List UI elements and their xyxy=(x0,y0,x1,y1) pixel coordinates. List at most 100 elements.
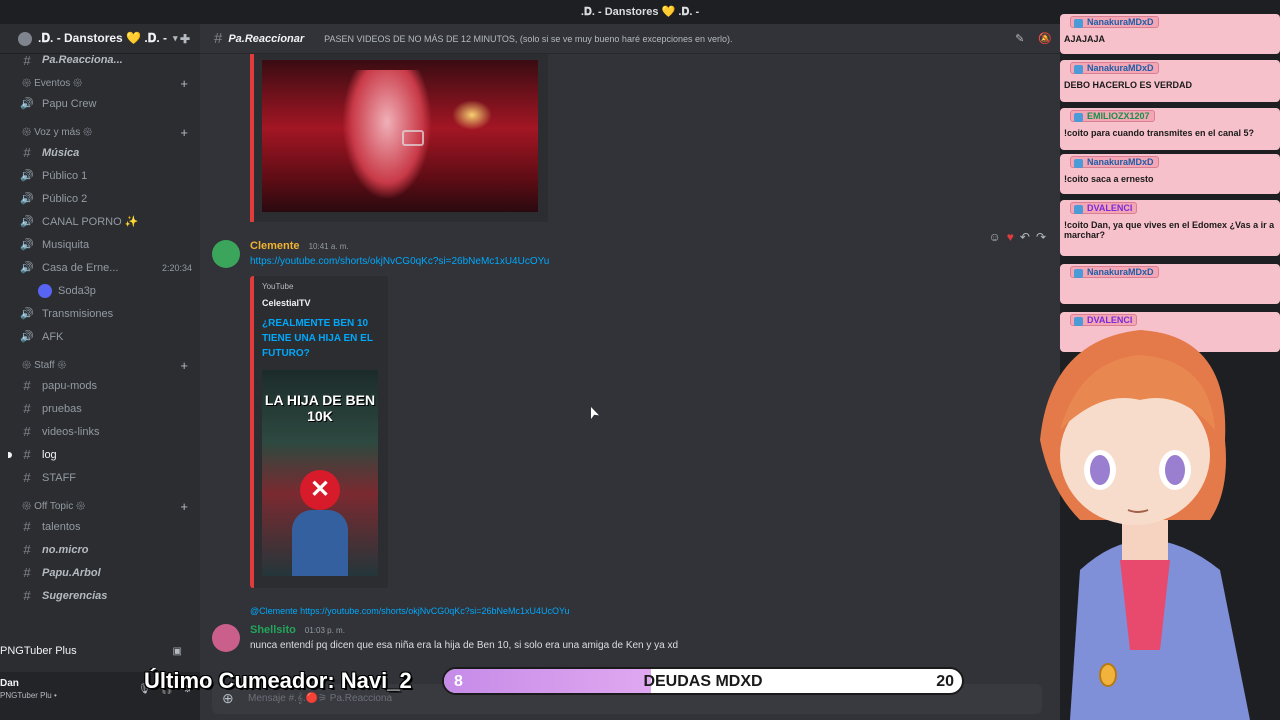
sidebar-category[interactable]: 𑁍⁠ Off Topic 𑁍 + xyxy=(0,497,200,515)
message-author[interactable]: Clemente 10:41 a. m. xyxy=(250,240,349,252)
chat-username: NanakuraMDxD xyxy=(1070,62,1159,74)
add-channel-icon[interactable]: + xyxy=(180,125,188,140)
composer-placeholder: Mensaje #.𝄞.🔴⚞ Pa.Reacciona xyxy=(248,693,393,704)
sidebar-item-16[interactable]: # log xyxy=(0,443,200,466)
server-icon xyxy=(18,31,32,46)
sidebar-item-21[interactable]: # Papu.Arbol xyxy=(0,561,200,584)
chat-username: EMILIOZX1207 xyxy=(1070,110,1155,122)
hash-icon: # xyxy=(23,542,31,557)
mute-icon[interactable]: 🔕 xyxy=(1038,32,1052,45)
sidebar-item-6[interactable]: 🔊 CANAL PORNO ✨ xyxy=(0,210,200,233)
hash-icon: # xyxy=(23,52,31,68)
threads-icon[interactable]: ✎ xyxy=(1015,32,1024,45)
add-channel-icon[interactable]: + xyxy=(180,499,188,514)
server-header[interactable]: .𝐃. - Danstores 💛 .𝐃. - ▾ ✚ xyxy=(0,24,200,54)
speaker-icon: 🔊 xyxy=(20,308,34,320)
sidebar-item-20[interactable]: # no.micro xyxy=(0,538,200,561)
chat-text: AJAJAJA xyxy=(1064,34,1106,44)
sidebar-item-label: Transmisiones xyxy=(42,307,114,320)
sidebar-item-top[interactable]: # Pa.Reacciona... xyxy=(0,52,200,68)
sidebar-item-7[interactable]: 🔊 Musiquita xyxy=(0,233,200,256)
chevron-down-icon: ▾ xyxy=(173,33,178,43)
sidebar-item-label: Papu.Arbol xyxy=(42,566,101,579)
chat-message: NanakuraMDxD DEBO HACERLO ES VERDAD xyxy=(1060,60,1280,102)
sidebar-item-label: log xyxy=(42,448,57,461)
window-title: .⁠𝐃⁠. - Danstores 💛 .𝐃⁠. - xyxy=(580,6,700,18)
invite-icon[interactable]: ✚ xyxy=(180,32,190,46)
sidebar-category[interactable]: 𑁍⁠ Voz y más 𑁍 + xyxy=(0,123,200,141)
sidebar-item-13[interactable]: # papu-mods xyxy=(0,374,200,397)
reply-link[interactable]: https://youtube.com/shorts/okjNvCG0qKc?s… xyxy=(300,606,569,616)
sidebar-item-19[interactable]: # talentos xyxy=(0,515,200,538)
mouse-cursor xyxy=(591,407,599,419)
reply-mention[interactable]: @Clemente xyxy=(250,606,298,616)
channel-sidebar: .𝐃. - Danstores 💛 .𝐃. - ▾ ✚ # Pa.Reaccio… xyxy=(0,24,200,720)
sidebar-item-label: Público 2 xyxy=(42,192,88,205)
chat-username: NanakuraMDxD xyxy=(1070,16,1159,28)
heart-icon[interactable]: ♥ xyxy=(1007,230,1014,244)
reaction-icon[interactable]: ☺ xyxy=(988,230,1000,244)
chat-message: NanakuraMDxD !coito saca a ernesto xyxy=(1060,154,1280,194)
channel-topic[interactable]: PASEN VIDEOS DE NO MÁS DE 12 MINUTOS, (s… xyxy=(324,34,732,44)
embed-author[interactable]: CelestialTV xyxy=(262,298,311,308)
speaker-icon: 🔊 xyxy=(20,331,34,343)
speaker-icon: 🔊 xyxy=(20,193,34,205)
reply-reference[interactable]: @Clemente https://youtube.com/shorts/okj… xyxy=(250,606,570,616)
play-icon[interactable] xyxy=(402,130,424,146)
sidebar-item-8[interactable]: 🔊 Casa de Erne... 2:20:34 xyxy=(0,256,200,279)
app-root: .⁠𝐃⁠. - Danstores 💛 .𝐃⁠. - .𝐃. - Danstor… xyxy=(0,0,1280,720)
embed-title[interactable]: ¿REALMENTE BEN 10 TIENE UNA HIJA EN EL F… xyxy=(262,316,382,361)
speaker-icon: 🔊 xyxy=(20,216,34,228)
message-link[interactable]: https://youtube.com/shorts/okjNvCG0qKc?s… xyxy=(250,256,549,267)
hash-icon: # xyxy=(23,588,31,603)
hash-icon: # xyxy=(23,424,31,439)
avatar[interactable] xyxy=(212,240,240,268)
video-embed[interactable] xyxy=(250,54,548,222)
speaker-icon: 🔊 xyxy=(20,98,34,110)
sidebar-item-label: CANAL PORNO ✨ xyxy=(42,216,139,228)
sidebar-item-17[interactable]: # STAFF xyxy=(0,466,200,489)
sidebar-item-14[interactable]: # pruebas xyxy=(0,397,200,420)
add-channel-icon[interactable]: + xyxy=(180,76,188,91)
channel-list: # Pa.Reacciona... 𑁍⁠ Eventos 𑁍 + 🔊 Papu Cre… xyxy=(0,52,200,607)
author-name[interactable]: Clemente xyxy=(250,240,300,252)
sidebar-item-9[interactable]: Soda3p xyxy=(0,279,200,302)
sidebar-item-label: no.micro xyxy=(42,543,89,556)
message-timestamp: 10:41 a. m. xyxy=(308,242,349,251)
stream-chat-overlay: NanakuraMDxD AJAJAJA NanakuraMDxD DEBO HACE… xyxy=(1058,0,1280,360)
hash-icon: # xyxy=(23,565,31,580)
sidebar-item-label: pruebas xyxy=(42,402,82,415)
reply-icon[interactable]: ↶ xyxy=(1020,230,1030,244)
screen-share-icon[interactable]: ▣ xyxy=(173,646,182,657)
goal-max: 20 xyxy=(936,673,954,690)
sidebar-item-4[interactable]: 🔊 Público 1 xyxy=(0,164,200,187)
chat-text: !coito Dan, ya que vives en el Edomex ¿V… xyxy=(1064,220,1275,240)
sidebar-item-3[interactable]: # Música xyxy=(0,141,200,164)
sidebar-category[interactable]: 𑁍⁠ Staff 𑁍 + xyxy=(0,356,200,374)
chat-text: !coito para cuando transmites en el cana… xyxy=(1064,128,1255,138)
sidebar-item-label: STAFF xyxy=(42,471,77,484)
embed-thumbnail[interactable]: LA HIJA DE BEN 10K ✕ xyxy=(262,370,378,576)
pngtuber-label: PNGTuber Plus xyxy=(0,645,77,657)
add-channel-icon[interactable]: + xyxy=(180,358,188,373)
avatar xyxy=(38,283,52,298)
sidebar-item-10[interactable]: 🔊 Transmisiones xyxy=(0,302,200,325)
avatar[interactable] xyxy=(212,624,240,652)
goal-title: DEUDAS MDXD xyxy=(643,673,763,690)
sidebar-item-22[interactable]: # Sugerencias xyxy=(0,584,200,607)
pngtuber-window-label: PNGTuber Plus ▣ xyxy=(0,640,200,662)
hash-icon: # xyxy=(23,145,31,160)
sidebar-item-15[interactable]: # videos-links xyxy=(0,420,200,443)
sidebar-item-11[interactable]: 🔊 AFK xyxy=(0,325,200,348)
message-text: nunca entendí pq dicen que esa niña era … xyxy=(250,640,679,651)
message-author[interactable]: Shellsito 01:03 p. m. xyxy=(250,624,345,636)
sidebar-item-5[interactable]: 🔊 Público 2 xyxy=(0,187,200,210)
voice-duration: 2:20:34 xyxy=(161,262,192,273)
sidebar-item-label: Casa de Erne... xyxy=(42,261,119,274)
sidebar-category[interactable]: 𑁍⁠ Eventos 𑁍 + xyxy=(0,74,200,92)
author-name[interactable]: Shellsito xyxy=(250,624,296,636)
forward-icon[interactable]: ↷ xyxy=(1036,230,1046,244)
sidebar-item-label: videos-links xyxy=(42,425,100,438)
hash-icon: # xyxy=(23,447,31,462)
sidebar-item-1[interactable]: 🔊 Papu Crew xyxy=(0,92,200,115)
